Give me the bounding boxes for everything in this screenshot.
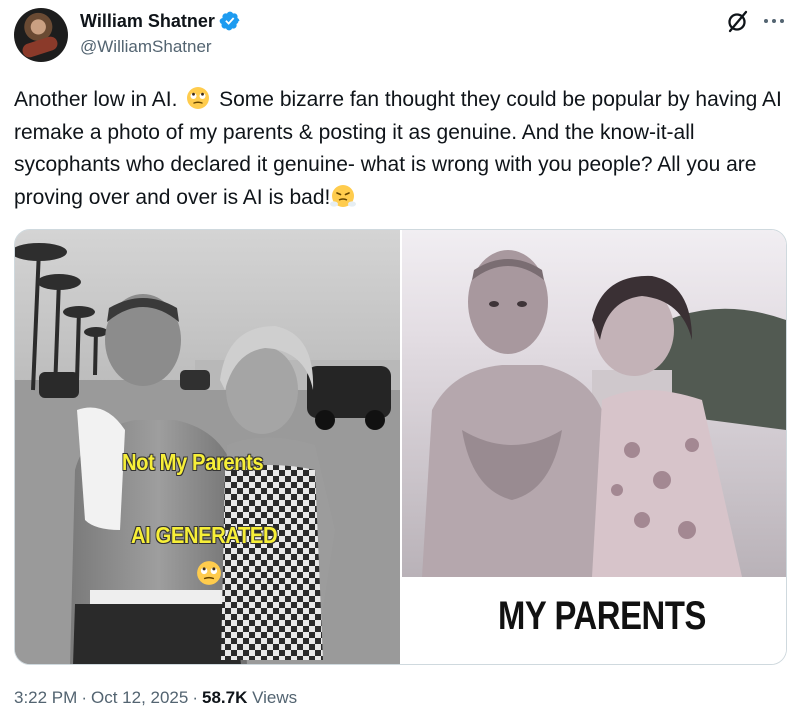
rolling-eyes-emoji-icon [197,561,221,585]
more-icon[interactable] [760,12,788,30]
views-count[interactable]: 58.7K [202,688,247,707]
meta-separator: · [81,688,87,707]
ai-photo-illustration [15,230,400,664]
tweet-media[interactable]: Not My Parents AI GENERATED MY PARENTS [14,229,787,665]
tweet-time[interactable]: 3:22 PM [14,688,77,707]
ai-generated-caption: AI GENERATED [131,522,278,548]
avatar-guitar [20,34,60,60]
meta-separator: · [192,688,198,707]
real-parents-photo[interactable]: MY PARENTS [402,230,786,664]
author-avatar[interactable] [14,8,68,62]
verified-badge-icon [219,11,240,31]
tweet-date[interactable]: Oct 12, 2025 [91,688,188,707]
tweet-text: Another low in AI. Some bizarre fan thou… [14,84,789,214]
my-parents-caption: MY PARENTS [498,594,706,638]
real-photo-illustration [402,230,786,577]
tweet-meta: 3:22 PM · Oct 12, 2025 · 58.7K Views [14,688,297,708]
author-display-name[interactable]: William Shatner [80,11,215,32]
rolling-eyes-emoji-icon [187,87,210,109]
author-name-row: William Shatner [80,9,241,33]
steam-from-nose-emoji-icon [330,184,357,207]
not-my-parents-caption: Not My Parents [122,449,264,475]
tweet-text-part1: Another low in AI. [14,88,178,111]
author-handle[interactable]: @WilliamShatner [80,37,212,57]
grok-icon[interactable] [726,9,750,33]
ai-generated-photo[interactable]: Not My Parents AI GENERATED [15,230,400,664]
views-label[interactable]: Views [252,688,297,707]
